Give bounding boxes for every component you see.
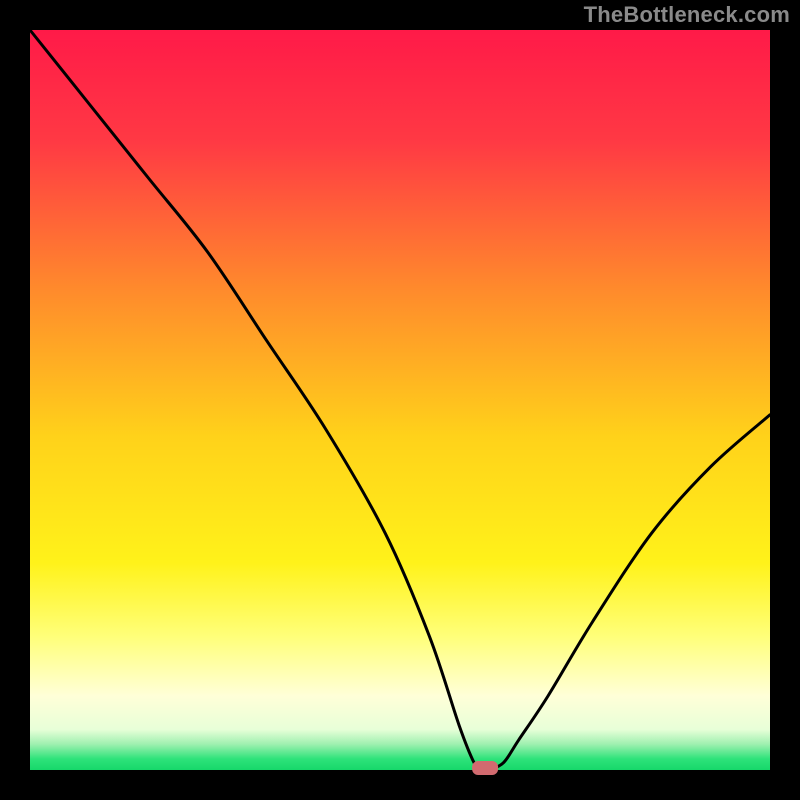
chart-frame: TheBottleneck.com <box>0 0 800 800</box>
bottleneck-chart <box>0 0 800 800</box>
watermark-text: TheBottleneck.com <box>584 2 790 28</box>
optimal-marker <box>472 761 498 775</box>
plot-background <box>30 30 770 770</box>
